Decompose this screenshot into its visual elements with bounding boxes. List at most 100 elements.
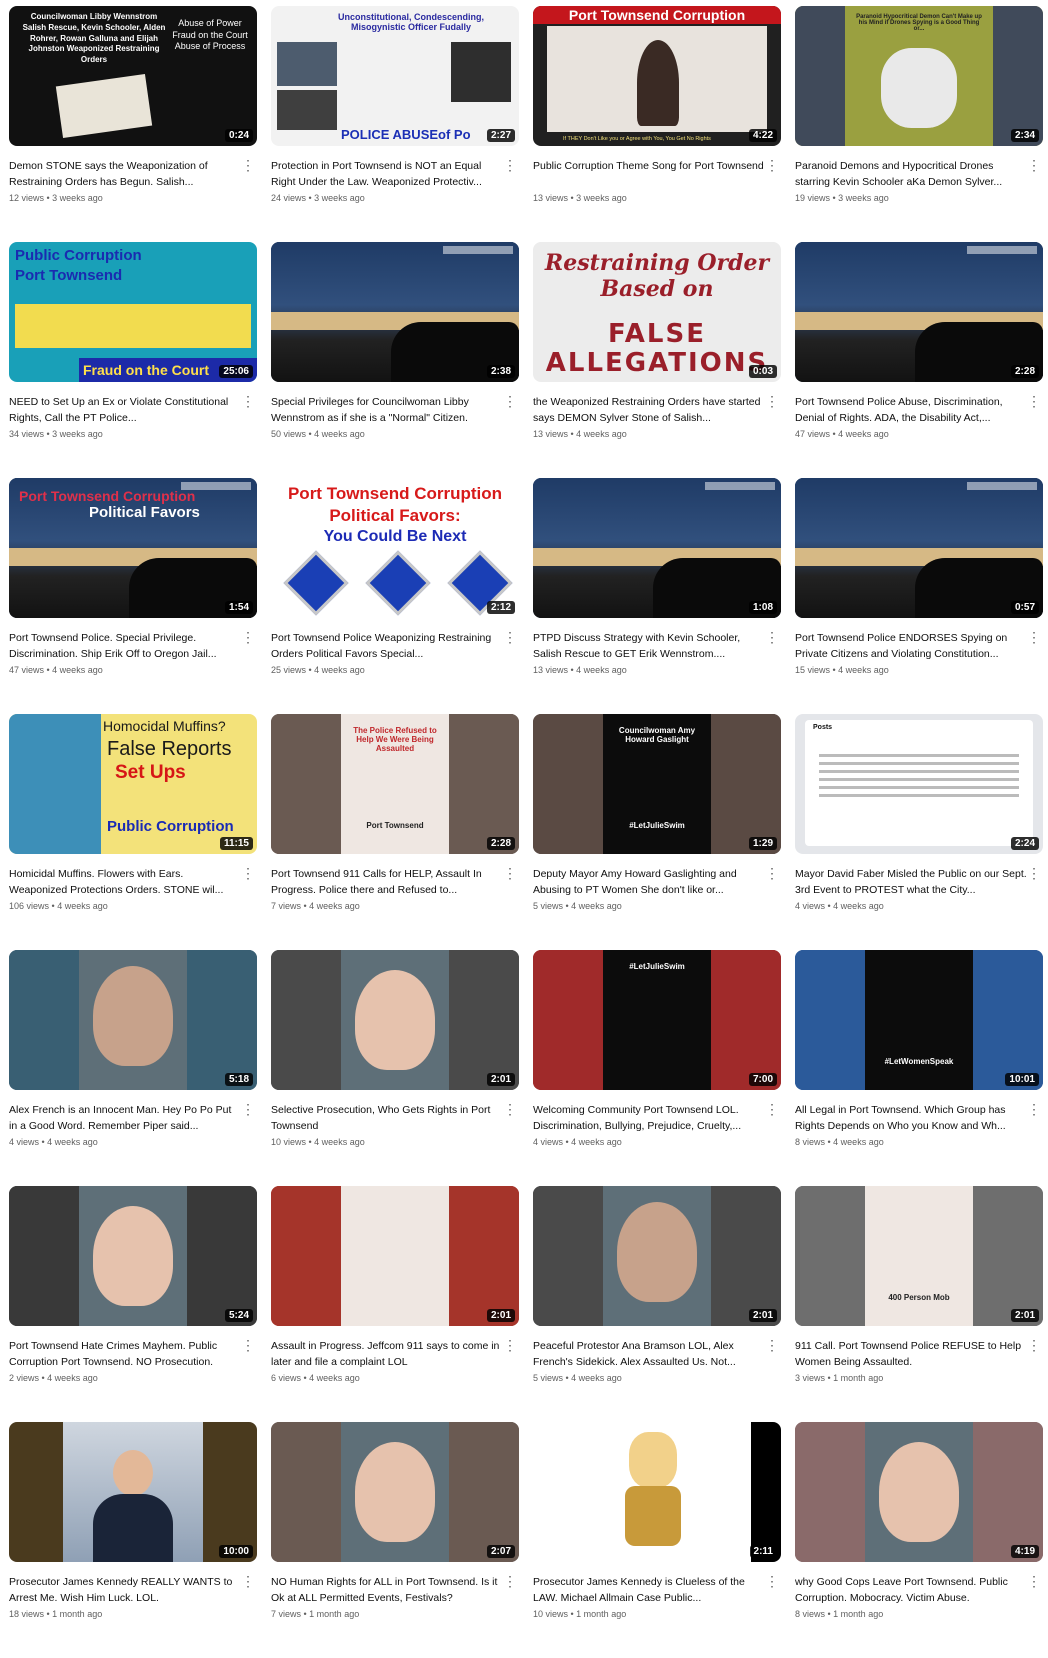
video-thumbnail[interactable]: #LetWomenSpeak 10:01 — [795, 950, 1043, 1090]
video-card[interactable]: Paranoid Hypocritical Demon Can't Make u… — [795, 6, 1043, 242]
video-card[interactable]: 2:01 Assault in Progress. Jeffcom 911 say… — [271, 1186, 519, 1422]
video-title[interactable]: PTPD Discuss Strategy with Kevin Schoole… — [533, 630, 765, 662]
video-thumbnail[interactable]: 2:01 — [271, 950, 519, 1090]
vertical-ellipsis-icon[interactable]: ⋮ — [765, 1574, 779, 1588]
video-card[interactable]: #LetJulieSwim 7:00 Welcoming Community Por… — [533, 950, 781, 1186]
video-card[interactable]: 0:57 Port Townsend Police ENDORSES Spying… — [795, 478, 1043, 714]
vertical-ellipsis-icon[interactable]: ⋮ — [503, 1102, 517, 1116]
video-thumbnail[interactable]: Paranoid Hypocritical Demon Can't Make u… — [795, 6, 1043, 146]
video-title[interactable]: Port Townsend Police Abuse, Discriminati… — [795, 394, 1027, 426]
video-card[interactable]: Port Townsend Corruption Political Favors… — [9, 478, 257, 714]
video-card[interactable]: 5:24 Port Townsend Hate Crimes Mayhem. Pu… — [9, 1186, 257, 1422]
video-thumbnail[interactable]: Councilwoman Libby Wennstrom Salish Resc… — [9, 6, 257, 146]
vertical-ellipsis-icon[interactable]: ⋮ — [241, 1574, 255, 1588]
video-title[interactable]: Special Privileges for Councilwoman Libb… — [271, 394, 503, 426]
vertical-ellipsis-icon[interactable]: ⋮ — [503, 394, 517, 408]
video-title[interactable]: Protection in Port Townsend is NOT an Eq… — [271, 158, 503, 190]
video-card[interactable]: 2:11 Prosecutor James Kennedy is Clueless… — [533, 1422, 781, 1658]
vertical-ellipsis-icon[interactable]: ⋮ — [1027, 158, 1041, 172]
video-thumbnail[interactable]: Port Townsend Corruption If THEY Don't Li… — [533, 6, 781, 146]
video-card[interactable]: 2:38 Special Privileges for Councilwoman … — [271, 242, 519, 478]
video-thumbnail[interactable]: 10:00 — [9, 1422, 257, 1562]
video-card[interactable]: #LetWomenSpeak 10:01 All Legal in Port Tow… — [795, 950, 1043, 1186]
vertical-ellipsis-icon[interactable]: ⋮ — [1027, 394, 1041, 408]
vertical-ellipsis-icon[interactable]: ⋮ — [503, 866, 517, 880]
video-thumbnail[interactable]: 2:01 — [271, 1186, 519, 1326]
vertical-ellipsis-icon[interactable]: ⋮ — [765, 158, 779, 172]
vertical-ellipsis-icon[interactable]: ⋮ — [503, 1574, 517, 1588]
video-title[interactable]: Port Townsend Police. Special Privilege.… — [9, 630, 241, 662]
vertical-ellipsis-icon[interactable]: ⋮ — [503, 1338, 517, 1352]
video-card[interactable]: Councilwoman Libby Wennstrom Salish Resc… — [9, 6, 257, 242]
vertical-ellipsis-icon[interactable]: ⋮ — [241, 1102, 255, 1116]
video-card[interactable]: 2:28 Port Townsend Police Abuse, Discrimi… — [795, 242, 1043, 478]
video-thumbnail[interactable]: Unconstitutional, Condescending, Misogyn… — [271, 6, 519, 146]
video-card[interactable]: Public Corruption Port Townsend Fraud on … — [9, 242, 257, 478]
video-title[interactable]: NEED to Set Up an Ex or Violate Constitu… — [9, 394, 241, 426]
vertical-ellipsis-icon[interactable]: ⋮ — [1027, 866, 1041, 880]
video-title[interactable]: Paranoid Demons and Hypocritical Drones … — [795, 158, 1027, 190]
video-title[interactable]: Prosecutor James Kennedy is Clueless of … — [533, 1574, 765, 1606]
video-thumbnail[interactable]: 1:08 — [533, 478, 781, 618]
vertical-ellipsis-icon[interactable]: ⋮ — [241, 1338, 255, 1352]
video-thumbnail[interactable]: 2:07 — [271, 1422, 519, 1562]
video-card[interactable]: Restraining Order Based on FALSE ALLEGATI… — [533, 242, 781, 478]
video-title[interactable]: the Weaponized Restraining Orders have s… — [533, 394, 765, 426]
video-title[interactable]: Alex French is an Innocent Man. Hey Po P… — [9, 1102, 241, 1134]
vertical-ellipsis-icon[interactable]: ⋮ — [765, 1338, 779, 1352]
vertical-ellipsis-icon[interactable]: ⋮ — [503, 158, 517, 172]
video-title[interactable]: Homicidal Muffins. Flowers with Ears. We… — [9, 866, 241, 898]
vertical-ellipsis-icon[interactable]: ⋮ — [765, 394, 779, 408]
video-title[interactable]: Mayor David Faber Misled the Public on o… — [795, 866, 1027, 898]
video-thumbnail[interactable]: 2:38 — [271, 242, 519, 382]
video-thumbnail[interactable]: Restraining Order Based on FALSE ALLEGATI… — [533, 242, 781, 382]
vertical-ellipsis-icon[interactable]: ⋮ — [765, 1102, 779, 1116]
video-thumbnail[interactable]: Homocidal Muffins? False Reports Set Ups Pu… — [9, 714, 257, 854]
video-card[interactable]: 400 Person Mob 2:01 911 Call. Port Townsen… — [795, 1186, 1043, 1422]
video-thumbnail[interactable]: Port Townsend Corruption Political Favors… — [9, 478, 257, 618]
video-thumbnail[interactable]: 400 Person Mob 2:01 — [795, 1186, 1043, 1326]
video-title[interactable]: Deputy Mayor Amy Howard Gaslighting and … — [533, 866, 765, 898]
video-title[interactable]: Port Townsend Hate Crimes Mayhem. Public… — [9, 1338, 241, 1370]
vertical-ellipsis-icon[interactable]: ⋮ — [1027, 1338, 1041, 1352]
vertical-ellipsis-icon[interactable]: ⋮ — [1027, 1574, 1041, 1588]
video-title[interactable]: Welcoming Community Port Townsend LOL. D… — [533, 1102, 765, 1134]
vertical-ellipsis-icon[interactable]: ⋮ — [765, 630, 779, 644]
video-thumbnail[interactable]: 2:11 — [533, 1422, 781, 1562]
vertical-ellipsis-icon[interactable]: ⋮ — [1027, 630, 1041, 644]
video-title[interactable]: Peaceful Protestor Ana Bramson LOL, Alex… — [533, 1338, 765, 1370]
video-thumbnail[interactable]: 5:24 — [9, 1186, 257, 1326]
video-card[interactable]: Homocidal Muffins? False Reports Set Ups Pu… — [9, 714, 257, 950]
video-card[interactable]: 2:01 Selective Prosecution, Who Gets Righ… — [271, 950, 519, 1186]
vertical-ellipsis-icon[interactable]: ⋮ — [1027, 1102, 1041, 1116]
video-thumbnail[interactable]: #LetJulieSwim 7:00 — [533, 950, 781, 1090]
video-thumbnail[interactable]: 2:28 — [795, 242, 1043, 382]
video-thumbnail[interactable]: Posts 2:24 — [795, 714, 1043, 854]
video-card[interactable]: Port Townsend Corruption If THEY Don't Li… — [533, 6, 781, 242]
video-thumbnail[interactable]: Councilwoman Amy Howard Gaslight #LetJuli… — [533, 714, 781, 854]
video-title[interactable]: NO Human Rights for ALL in Port Townsend… — [271, 1574, 503, 1606]
vertical-ellipsis-icon[interactable]: ⋮ — [241, 158, 255, 172]
video-card[interactable]: 5:18 Alex French is an Innocent Man. Hey … — [9, 950, 257, 1186]
video-title[interactable]: Selective Prosecution, Who Gets Rights i… — [271, 1102, 503, 1134]
vertical-ellipsis-icon[interactable]: ⋮ — [241, 630, 255, 644]
video-card[interactable]: Unconstitutional, Condescending, Misogyn… — [271, 6, 519, 242]
video-title[interactable]: why Good Cops Leave Port Townsend. Publi… — [795, 1574, 1027, 1606]
video-title[interactable]: Port Townsend Police Weaponizing Restrai… — [271, 630, 503, 662]
vertical-ellipsis-icon[interactable]: ⋮ — [241, 394, 255, 408]
video-thumbnail[interactable]: 0:57 — [795, 478, 1043, 618]
video-thumbnail[interactable]: The Police Refused to Help We Were Being… — [271, 714, 519, 854]
video-title[interactable]: Assault in Progress. Jeffcom 911 says to… — [271, 1338, 503, 1370]
video-card[interactable]: 10:00 Prosecutor James Kennedy REALLY WAN… — [9, 1422, 257, 1658]
video-card[interactable]: 1:08 PTPD Discuss Strategy with Kevin Sch… — [533, 478, 781, 714]
vertical-ellipsis-icon[interactable]: ⋮ — [503, 630, 517, 644]
vertical-ellipsis-icon[interactable]: ⋮ — [765, 866, 779, 880]
video-thumbnail[interactable]: 5:18 — [9, 950, 257, 1090]
video-title[interactable]: Port Townsend 911 Calls for HELP, Assaul… — [271, 866, 503, 898]
video-thumbnail[interactable]: 2:01 — [533, 1186, 781, 1326]
video-card[interactable]: Posts 2:24 Mayor David Faber Misled the Pu… — [795, 714, 1043, 950]
video-title[interactable]: Port Townsend Police ENDORSES Spying on … — [795, 630, 1027, 662]
vertical-ellipsis-icon[interactable]: ⋮ — [241, 866, 255, 880]
video-card[interactable]: 2:07 NO Human Rights for ALL in Port Town… — [271, 1422, 519, 1658]
video-title[interactable]: 911 Call. Port Townsend Police REFUSE to… — [795, 1338, 1027, 1370]
